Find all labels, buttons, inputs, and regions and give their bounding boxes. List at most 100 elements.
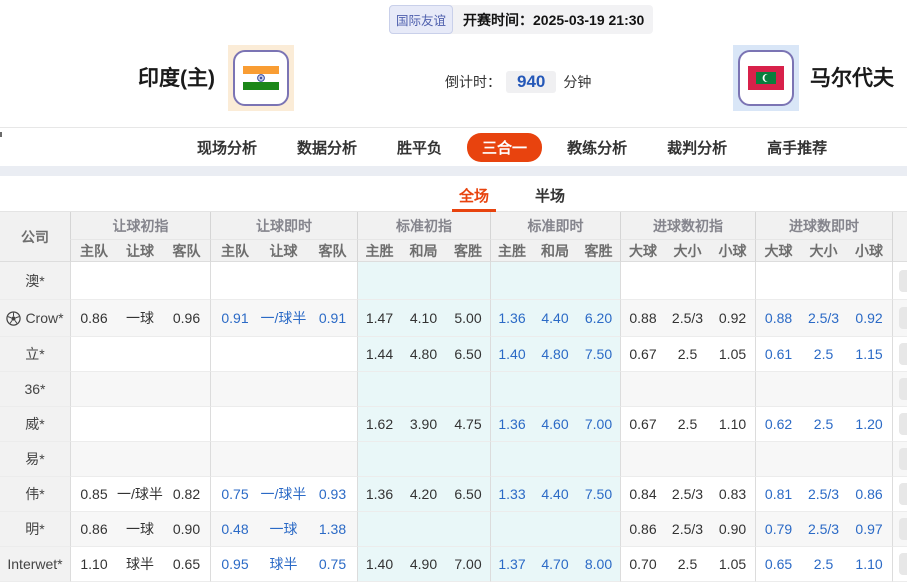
odds-cell[interactable]: 0.95	[210, 547, 259, 582]
odds-cell[interactable]: 7.50	[577, 337, 620, 372]
odds-cell: 6.50	[446, 477, 490, 512]
detail-button-fragment[interactable]	[899, 553, 907, 575]
odds-cell[interactable]: 0.88	[755, 300, 801, 337]
odds-cell[interactable]: 0.97	[846, 512, 892, 547]
company-cell[interactable]: 易*	[0, 442, 70, 477]
odds-cell[interactable]: 0.62	[755, 407, 801, 442]
company-cell[interactable]: 威*	[0, 407, 70, 442]
nav-tab-2[interactable]: 数据分析	[297, 137, 357, 158]
odds-cell[interactable]: 0.81	[755, 477, 801, 512]
nav-tab-1[interactable]: 现场分析	[197, 137, 257, 158]
company-cell[interactable]: Crow*	[0, 300, 70, 337]
odds-cell[interactable]: 2.5/3	[801, 300, 846, 337]
odds-cell: 4.75	[446, 407, 490, 442]
cut-detail-cell	[892, 262, 907, 300]
odds-cell[interactable]: 0.86	[846, 477, 892, 512]
odds-cell[interactable]: 2.5/3	[801, 477, 846, 512]
odds-cell[interactable]: 1.38	[308, 512, 357, 547]
odds-cell[interactable]: 2.5/3	[801, 512, 846, 547]
odds-cell[interactable]: 0.93	[308, 477, 357, 512]
detail-button-fragment[interactable]	[899, 413, 907, 435]
odds-cell[interactable]: 0.92	[846, 300, 892, 337]
odds-cell: 1.05	[710, 547, 755, 582]
odds-cell[interactable]: 1.33	[490, 477, 533, 512]
odds-cell[interactable]: 球半	[259, 547, 308, 582]
odds-cell	[401, 372, 446, 407]
company-cell[interactable]: Interwet*	[0, 547, 70, 582]
odds-cell[interactable]: 1.40	[490, 337, 533, 372]
odds-cell[interactable]: 6.20	[577, 300, 620, 337]
sub-header-3-2: 和局	[401, 240, 446, 262]
sub-header-6-3: 小球	[846, 240, 892, 262]
odds-cell[interactable]: 0.91	[308, 300, 357, 337]
odds-cell[interactable]: 7.50	[577, 477, 620, 512]
group-header-4: 标准即时	[490, 212, 620, 240]
odds-cell	[490, 262, 533, 300]
detail-button-fragment[interactable]	[899, 270, 907, 292]
odds-cell	[801, 372, 846, 407]
odds-cell	[259, 372, 308, 407]
nav-tab-4[interactable]: 三合一	[467, 133, 542, 162]
odds-cell[interactable]: 0.75	[210, 477, 259, 512]
sub-tab-2[interactable]: 半场	[528, 176, 572, 211]
odds-cell[interactable]: 8.00	[577, 547, 620, 582]
odds-cell[interactable]: 4.60	[533, 407, 577, 442]
nav-tab-5[interactable]: 教练分析	[567, 137, 627, 158]
odds-cell	[801, 262, 846, 300]
cut-detail-cell	[892, 477, 907, 512]
odds-cell[interactable]: 0.61	[755, 337, 801, 372]
odds-row-Crow: Crow*0.86一球0.960.91一/球半0.911.474.105.001…	[0, 300, 907, 337]
detail-button-fragment[interactable]	[899, 448, 907, 470]
odds-cell	[533, 372, 577, 407]
odds-cell	[577, 442, 620, 477]
odds-cell[interactable]: 1.36	[490, 407, 533, 442]
company-cell[interactable]: 立*	[0, 337, 70, 372]
odds-row-明: 明*0.86一球0.900.48一球1.380.862.5/30.900.792…	[0, 512, 907, 547]
odds-cell[interactable]: 1.10	[846, 547, 892, 582]
odds-cell[interactable]: 4.40	[533, 300, 577, 337]
odds-cell[interactable]: 一球	[259, 512, 308, 547]
nav-tab-3[interactable]: 胜平负	[397, 137, 442, 158]
odds-cell[interactable]: 4.70	[533, 547, 577, 582]
odds-row-威: 威*1.623.904.751.364.607.000.672.51.100.6…	[0, 407, 907, 442]
odds-cell	[117, 262, 163, 300]
odds-cell[interactable]: 0.91	[210, 300, 259, 337]
company-cell[interactable]: 明*	[0, 512, 70, 547]
group-header-1: 让球初指	[70, 212, 210, 240]
odds-cell[interactable]: 2.5	[801, 337, 846, 372]
company-cell[interactable]: 伟*	[0, 477, 70, 512]
sub-header-2-3: 客队	[308, 240, 357, 262]
odds-cell[interactable]: 1.15	[846, 337, 892, 372]
sub-header-4-2: 和局	[533, 240, 577, 262]
odds-cell[interactable]: 4.40	[533, 477, 577, 512]
nav-tab-6[interactable]: 裁判分析	[667, 137, 727, 158]
odds-cell[interactable]: 0.48	[210, 512, 259, 547]
company-cell[interactable]: 36*	[0, 372, 70, 407]
odds-cell[interactable]: 2.5	[801, 547, 846, 582]
away-team-flag	[733, 45, 799, 111]
league-badge[interactable]: 国际友谊	[389, 5, 453, 34]
sub-tab-1[interactable]: 全场	[452, 176, 496, 211]
odds-cell[interactable]: 1.36	[490, 300, 533, 337]
nav-tab-7[interactable]: 高手推荐	[767, 137, 827, 158]
odds-cell[interactable]: 1.37	[490, 547, 533, 582]
odds-cell[interactable]: 7.00	[577, 407, 620, 442]
detail-button-fragment[interactable]	[899, 378, 907, 400]
odds-cell[interactable]: 0.65	[755, 547, 801, 582]
company-cell[interactable]: 澳*	[0, 262, 70, 300]
odds-cell[interactable]: 0.75	[308, 547, 357, 582]
detail-button-fragment[interactable]	[899, 518, 907, 540]
odds-cell	[665, 262, 710, 300]
odds-cell[interactable]: 2.5	[801, 407, 846, 442]
odds-cell: 0.84	[620, 477, 665, 512]
odds-cell	[490, 442, 533, 477]
detail-button-fragment[interactable]	[899, 343, 907, 365]
odds-cell[interactable]: 0.79	[755, 512, 801, 547]
detail-button-fragment[interactable]	[899, 483, 907, 505]
odds-cell[interactable]: 一/球半	[259, 300, 308, 337]
odds-cell[interactable]: 1.20	[846, 407, 892, 442]
odds-cell[interactable]: 一/球半	[259, 477, 308, 512]
odds-cell: 一球	[117, 300, 163, 337]
detail-button-fragment[interactable]	[899, 307, 907, 329]
odds-cell[interactable]: 4.80	[533, 337, 577, 372]
